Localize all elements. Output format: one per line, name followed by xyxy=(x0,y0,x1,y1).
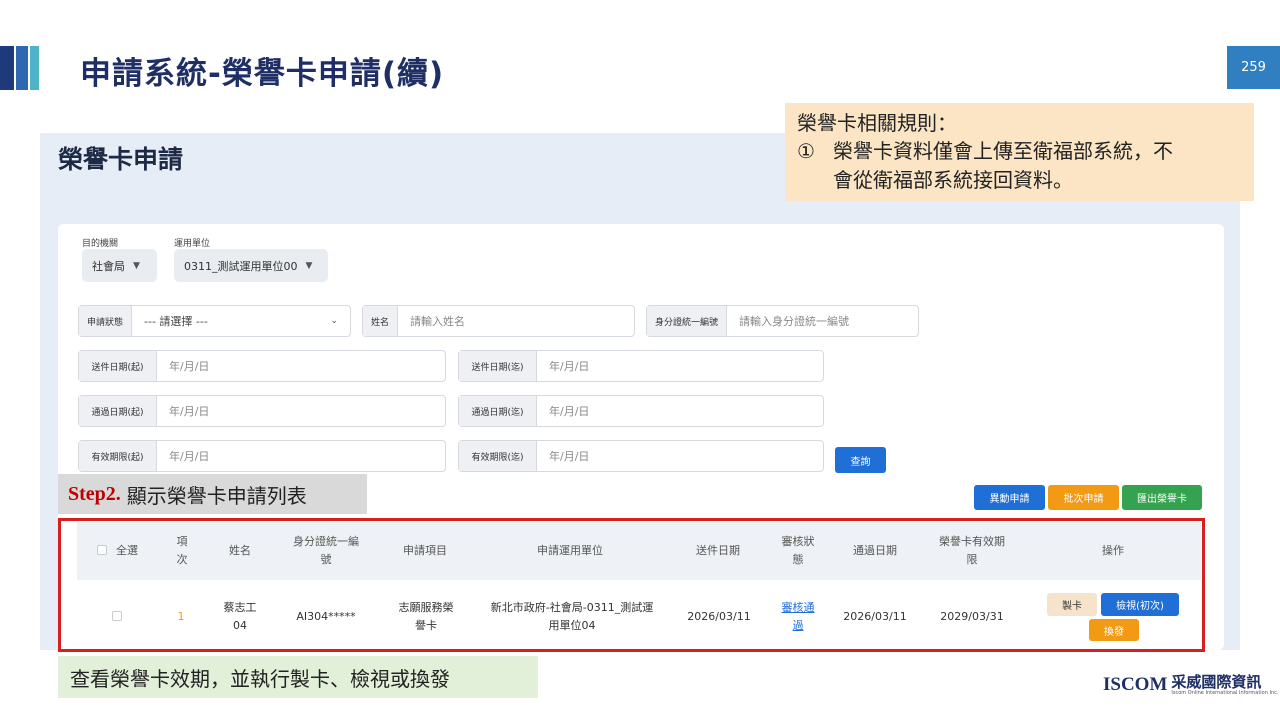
pass-date-end-label: 通過日期(迄) xyxy=(459,396,537,426)
send-date-end-field[interactable]: 送件日期(迄) 年/月/日 xyxy=(458,350,824,382)
org-select[interactable]: 社會局 ▼ xyxy=(82,249,157,282)
rules-item-text-1: 榮譽卡資料僅會上傳至衛福部系統，不 xyxy=(833,139,1173,163)
rules-item-number: ① xyxy=(797,139,815,163)
org-select-value: 社會局 xyxy=(92,259,125,273)
accent-bar-mid xyxy=(16,46,28,90)
company-logo: ISCOM 采威國際資訊 Iscom Online International … xyxy=(1103,674,1279,696)
batch-apply-button[interactable]: 批次申請 xyxy=(1048,485,1119,510)
step-annotation: Step2. 顯示榮譽卡申請列表 xyxy=(58,474,367,514)
summary-callout: 查看榮譽卡效期，並執行製卡、檢視或換發 xyxy=(58,656,538,698)
send-date-end-input[interactable]: 年/月/日 xyxy=(537,351,823,381)
send-date-start-input[interactable]: 年/月/日 xyxy=(157,351,445,381)
slide-title: 申請系統-榮譽卡申請(續) xyxy=(80,56,445,92)
pass-date-start-label: 通過日期(起) xyxy=(79,396,157,426)
valid-date-start-input[interactable]: 年/月/日 xyxy=(157,441,445,471)
pass-date-start-input[interactable]: 年/月/日 xyxy=(157,396,445,426)
send-date-start-field[interactable]: 送件日期(起) 年/月/日 xyxy=(78,350,446,382)
rules-title: 榮譽卡相關規則： xyxy=(797,111,957,135)
export-card-button[interactable]: 匯出榮譽卡 xyxy=(1122,485,1202,510)
org-label: 目的機關 xyxy=(82,239,119,249)
status-select[interactable]: --- 請選擇 --- ⌄ xyxy=(132,306,350,336)
name-input[interactable]: 請輸入姓名 xyxy=(398,306,634,336)
send-date-start-label: 送件日期(起) xyxy=(79,351,157,381)
valid-date-start-field[interactable]: 有效期限(起) 年/月/日 xyxy=(78,440,446,472)
highlight-frame xyxy=(58,518,1205,652)
chevron-down-icon: ▼ xyxy=(133,260,140,271)
chevron-down-icon: ▼ xyxy=(305,260,313,271)
change-apply-button[interactable]: 異動申請 xyxy=(974,485,1045,510)
id-input[interactable]: 請輸入身分證統一編號 xyxy=(727,306,918,336)
unit-select[interactable]: 0311_測試運用單位00 ▼ xyxy=(174,249,328,282)
rules-item-text-2: 會從衛福部系統接回資料。 xyxy=(833,168,1073,192)
rules-item: ① 榮譽卡資料僅會上傳至衛福部系統，不 xyxy=(797,137,1242,166)
step-text: 顯示榮譽卡申請列表 xyxy=(126,483,307,508)
step-number: Step2. xyxy=(68,482,121,505)
rules-indent xyxy=(797,166,833,195)
valid-date-end-label: 有效期限(迄) xyxy=(459,441,537,471)
status-select-value: --- 請選擇 --- xyxy=(144,315,208,328)
logo-subtitle: Iscom Online International Information I… xyxy=(1171,689,1279,696)
id-field[interactable]: 身分證統一編號 請輸入身分證統一編號 xyxy=(646,305,919,337)
name-label: 姓名 xyxy=(363,306,399,336)
pass-date-end-input[interactable]: 年/月/日 xyxy=(537,396,823,426)
valid-date-end-input[interactable]: 年/月/日 xyxy=(537,441,823,471)
status-field[interactable]: 申請狀態 --- 請選擇 --- ⌄ xyxy=(78,305,351,337)
pass-date-end-field[interactable]: 通過日期(迄) 年/月/日 xyxy=(458,395,824,427)
pass-date-start-field[interactable]: 通過日期(起) 年/月/日 xyxy=(78,395,446,427)
unit-select-value: 0311_測試運用單位00 xyxy=(184,259,298,273)
chevron-down-icon: ⌄ xyxy=(330,316,338,326)
accent-bar-dark xyxy=(0,46,14,90)
valid-date-end-field[interactable]: 有效期限(迄) 年/月/日 xyxy=(458,440,824,472)
page-title: 榮譽卡申請 xyxy=(58,145,184,174)
rules-callout: 榮譽卡相關規則： ① 榮譽卡資料僅會上傳至衛福部系統，不 會從衛福部系統接回資料… xyxy=(785,103,1254,201)
name-field[interactable]: 姓名 請輸入姓名 xyxy=(362,305,635,337)
id-label: 身分證統一編號 xyxy=(647,306,728,336)
page-number: 259 xyxy=(1227,46,1280,89)
valid-date-start-label: 有效期限(起) xyxy=(79,441,157,471)
logo-chinese: 采威國際資訊 xyxy=(1171,672,1262,691)
unit-label: 運用單位 xyxy=(174,239,211,249)
send-date-end-label: 送件日期(迄) xyxy=(459,351,537,381)
accent-bar-light xyxy=(30,46,39,90)
rules-item-cont: 會從衛福部系統接回資料。 xyxy=(797,166,1242,195)
search-button[interactable]: 查詢 xyxy=(835,447,886,473)
status-label: 申請狀態 xyxy=(79,306,133,336)
logo-iscom: ISCOM xyxy=(1103,674,1168,695)
